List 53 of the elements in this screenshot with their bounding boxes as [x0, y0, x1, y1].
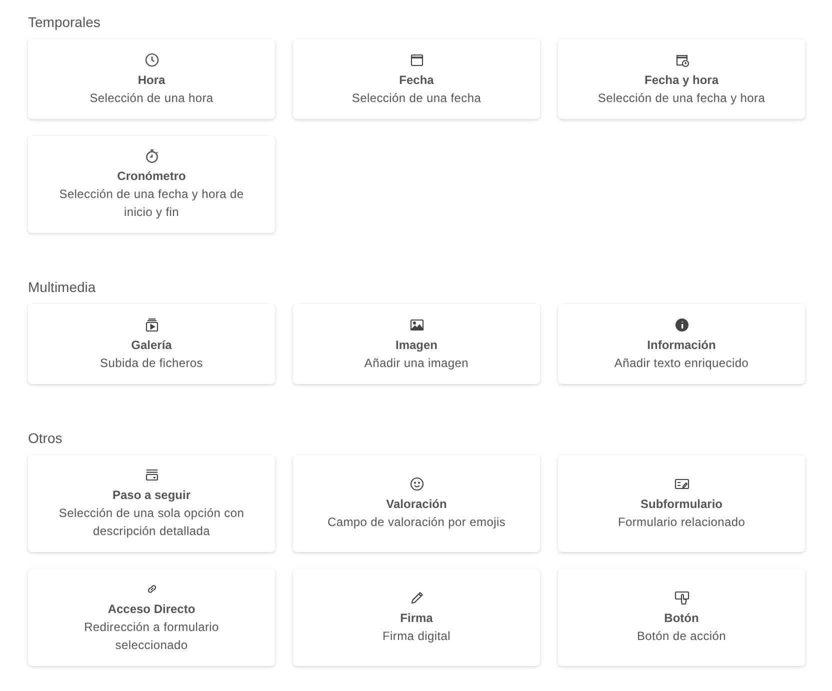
card-description: Selección de una fecha y hora: [598, 90, 766, 106]
field-type-card[interactable]: Información Añadir texto enriquecido: [558, 304, 805, 384]
card-title: Cronómetro: [117, 168, 186, 185]
field-type-card[interactable]: Acceso Directo Redirección a formulario seleccionado: [28, 569, 275, 666]
field-type-card[interactable]: Fecha Selección de una fecha: [293, 39, 540, 119]
card-description: Selección de una sola opción con descripción detallada: [58, 505, 246, 540]
card-description: Añadir texto enriquecido: [614, 354, 749, 372]
field-type-card[interactable]: Fecha y hora Selección de una fecha y hora: [558, 39, 805, 119]
card-description: Botón de acción: [636, 628, 726, 645]
card-title: Fecha y hora: [644, 72, 719, 88]
card-description: Formulario relacionado: [618, 514, 746, 531]
field-type-card[interactable]: Firma Firma digital: [293, 569, 540, 666]
card-title: Subformulario: [640, 496, 722, 513]
field-type-card[interactable]: Subformulario Formulario relacionado: [558, 455, 805, 552]
card-title: Acceso Directo: [108, 601, 196, 618]
field-type-card[interactable]: Imagen Añadir una imagen: [293, 304, 540, 384]
calendar-icon: [408, 52, 424, 68]
card-list-icon: [144, 467, 160, 483]
touch-screen-icon: [674, 590, 690, 606]
card-title: Botón: [664, 610, 699, 627]
card-title: Galería: [131, 336, 172, 354]
field-type-card[interactable]: Galería Subida de ficheros: [28, 304, 275, 384]
card-title: Valoración: [386, 496, 447, 513]
card-title: Hora: [138, 72, 166, 88]
pencil-icon: [408, 590, 424, 606]
card-description: Selección de una fecha: [352, 90, 482, 106]
card-description: Firma digital: [382, 628, 450, 645]
clock-icon: [144, 52, 160, 68]
image-icon: [408, 316, 424, 332]
smiley-icon: [408, 476, 424, 492]
card-description: Selección de una hora: [90, 90, 214, 106]
card-description: Redirección a formulario seleccionado: [83, 619, 220, 654]
video-stack-icon: [144, 316, 160, 332]
field-type-card[interactable]: Valoración Campo de valoración por emojis: [293, 455, 540, 552]
section-title: Temporales: [28, 13, 102, 31]
field-type-card[interactable]: Cronómetro Selección de una fecha y hora de inicio y fin: [28, 136, 275, 233]
field-type-card[interactable]: Paso a seguir Selección de una sola opción con descripción detallada: [28, 455, 275, 552]
card-title: Firma: [400, 610, 433, 627]
stopwatch-icon: [144, 148, 160, 164]
card-title: Paso a seguir: [112, 487, 191, 504]
field-type-card[interactable]: Botón Botón de acción: [558, 569, 805, 666]
form-pencil-icon: [674, 476, 690, 492]
card-description: Subida de ficheros: [100, 354, 203, 372]
card-description: Selección de una fecha y hora de inicio y fin: [58, 186, 245, 221]
card-title: Información: [647, 336, 716, 354]
info-icon: [674, 316, 690, 332]
section-title: Otros: [28, 429, 64, 447]
card-description: Campo de valoración por emojis: [327, 514, 506, 531]
section-title: Multimedia: [28, 278, 97, 296]
card-title: Imagen: [395, 336, 438, 354]
field-type-card[interactable]: Hora Selección de una hora: [28, 39, 275, 119]
card-title: Fecha: [399, 72, 434, 88]
card-description: Añadir una imagen: [364, 354, 469, 372]
